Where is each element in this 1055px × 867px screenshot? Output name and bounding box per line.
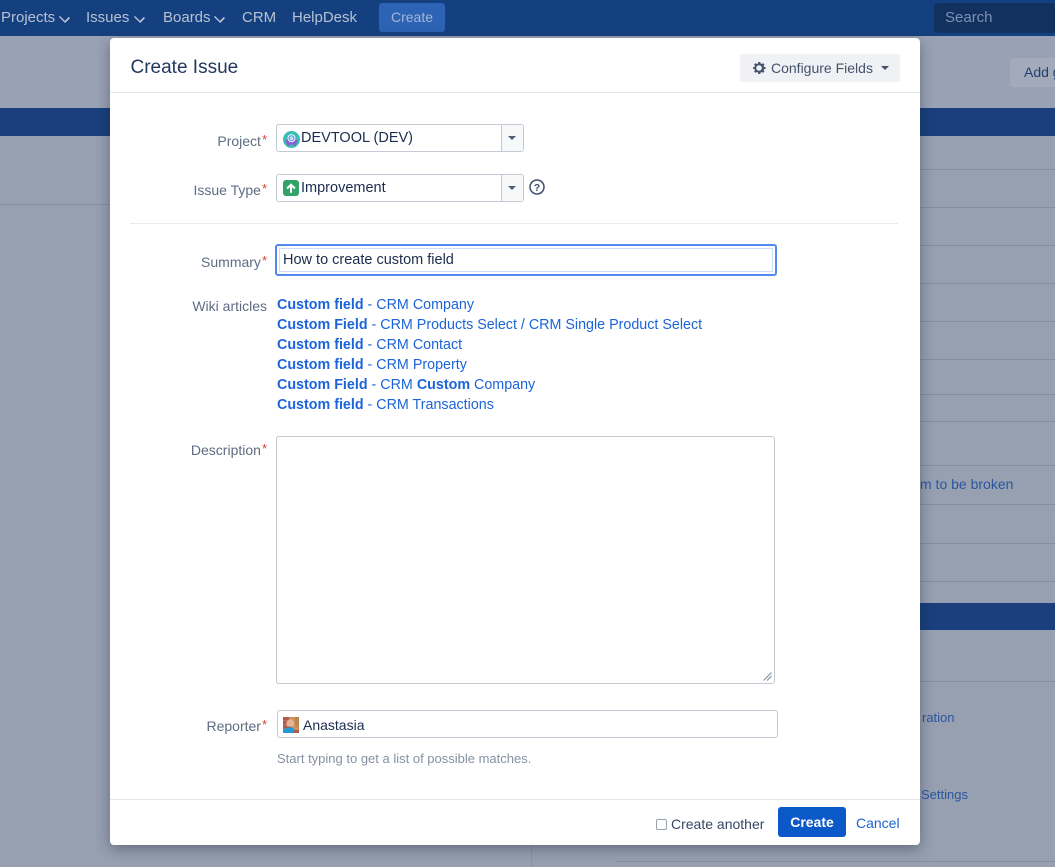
svg-text:?: ? (534, 182, 540, 194)
